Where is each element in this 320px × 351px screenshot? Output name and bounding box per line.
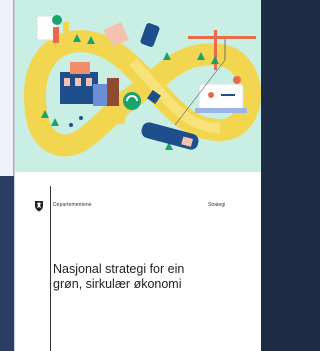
recycle-icon	[123, 92, 141, 110]
document-page[interactable]: Departementene Strategi Nasjonal strateg…	[14, 0, 261, 351]
document-title: Nasjonal strategi for ein grøn, sirkulær…	[53, 262, 253, 292]
document-type-label: Strategi	[208, 202, 226, 208]
publisher-label: Departementene	[53, 202, 92, 208]
title-line-2: grøn, sirkulær økonomi	[53, 277, 182, 291]
margin-rule	[50, 186, 51, 351]
crest-icon	[34, 199, 44, 212]
cover-illustration	[15, 0, 261, 172]
thumbnail-top	[0, 0, 14, 176]
title-line-1: Nasjonal strategi for ein	[53, 262, 185, 276]
page-thumbnail-strip[interactable]	[0, 0, 14, 351]
